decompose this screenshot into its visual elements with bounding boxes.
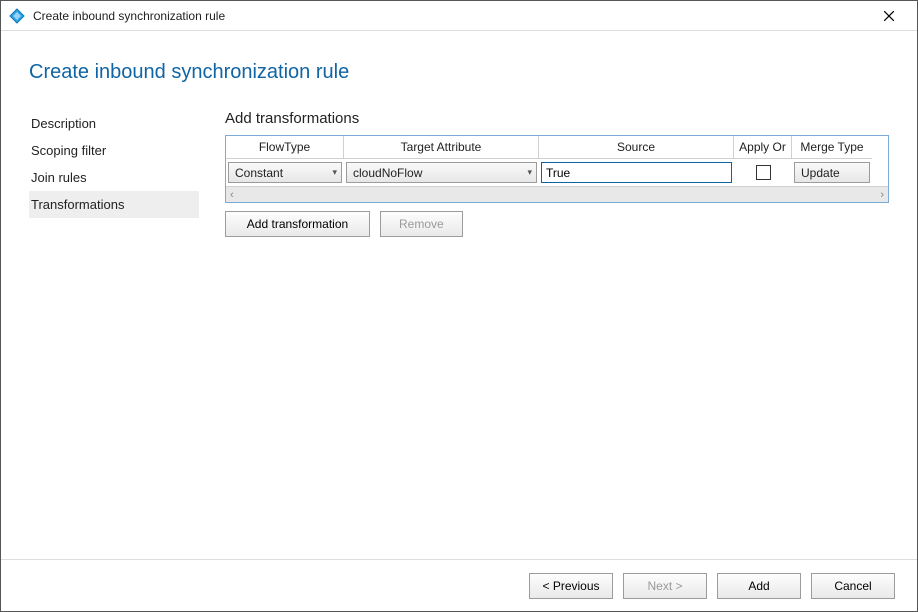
merge-type-dropdown[interactable]: Update [794,162,870,183]
sidebar-item-join-rules[interactable]: Join rules [29,164,199,191]
sidebar-item-scoping-filter[interactable]: Scoping filter [29,137,199,164]
add-button[interactable]: Add [717,573,801,599]
col-header-target: Target Attribute [344,136,539,159]
panel-title: Add transformations [225,110,889,127]
target-attribute-dropdown[interactable]: cloudNoFlow ▾ [346,162,537,183]
transformation-row: Constant ▾ cloudNoFlow ▾ [226,159,888,186]
flowtype-value: Constant [235,166,283,180]
apply-once-checkbox[interactable] [756,165,771,180]
col-header-apply-once: Apply Or [734,136,792,159]
col-header-source: Source [539,136,734,159]
transformations-grid: FlowType Target Attribute Source Apply O… [225,135,889,203]
chevron-down-icon: ▾ [527,167,532,178]
add-transformation-button[interactable]: Add transformation [225,211,370,237]
col-header-flowtype: FlowType [226,136,344,159]
remove-button[interactable]: Remove [380,211,463,237]
page-heading: Create inbound synchronization rule [29,61,889,84]
content-area: Create inbound synchronization rule Desc… [1,31,917,559]
close-button[interactable] [869,2,909,30]
transformations-panel: Add transformations FlowType Target Attr… [225,110,889,237]
horizontal-scrollbar[interactable]: ‹ › [226,186,888,202]
col-header-merge-type: Merge Type [792,136,872,159]
target-attribute-value: cloudNoFlow [353,166,422,180]
chevron-down-icon: ▾ [332,167,337,178]
flowtype-dropdown[interactable]: Constant ▾ [228,162,342,183]
previous-button[interactable]: < Previous [529,573,613,599]
next-button[interactable]: Next > [623,573,707,599]
source-input[interactable] [541,162,732,183]
wizard-footer: < Previous Next > Add Cancel [1,559,917,611]
merge-type-value: Update [801,166,840,180]
grid-header-row: FlowType Target Attribute Source Apply O… [226,136,888,159]
titlebar: Create inbound synchronization rule [1,1,917,31]
wizard-sidebar: Description Scoping filter Join rules Tr… [29,110,199,218]
scroll-right-icon: › [880,189,884,201]
sidebar-item-description[interactable]: Description [29,110,199,137]
scroll-left-icon: ‹ [230,189,234,201]
sidebar-item-transformations[interactable]: Transformations [29,191,199,218]
app-icon [9,8,25,24]
cancel-button[interactable]: Cancel [811,573,895,599]
window-title: Create inbound synchronization rule [33,9,225,23]
